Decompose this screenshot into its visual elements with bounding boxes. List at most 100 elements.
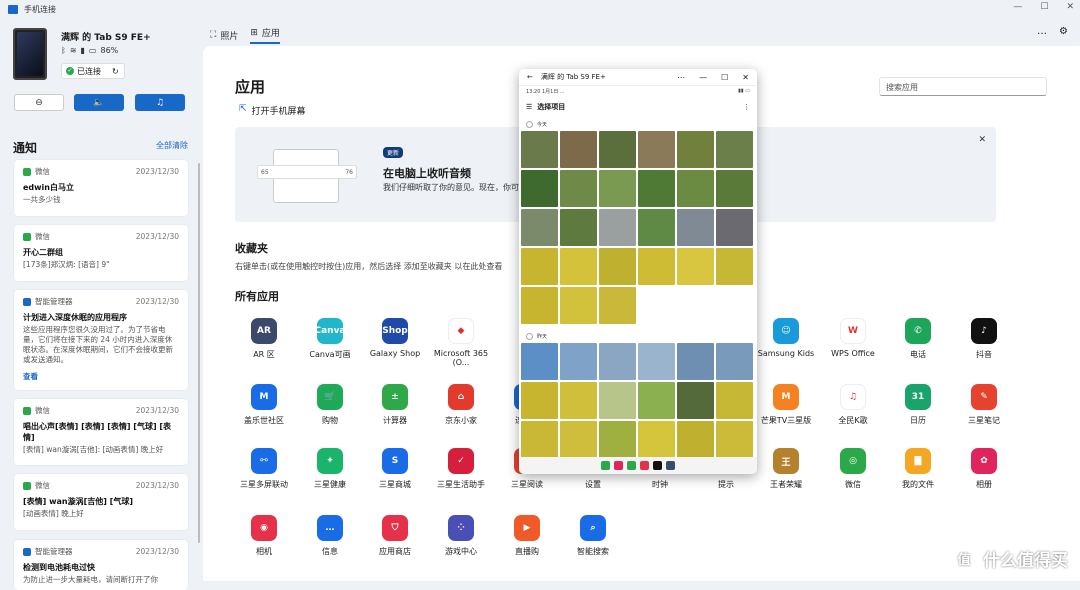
photo-thumbnail[interactable] bbox=[716, 382, 753, 419]
app-dock-icon[interactable] bbox=[640, 461, 649, 470]
photo-thumbnail[interactable] bbox=[560, 343, 597, 380]
audio-button[interactable]: 🔈 bbox=[74, 94, 124, 111]
photo-thumbnail[interactable] bbox=[560, 131, 597, 168]
media-button[interactable]: ♫ bbox=[135, 94, 185, 111]
app-tile[interactable]: ◉ 相机 bbox=[231, 515, 297, 557]
more-icon[interactable]: ⋯ bbox=[677, 73, 685, 82]
photo-thumbnail[interactable] bbox=[677, 343, 714, 380]
photo-thumbnail[interactable] bbox=[521, 170, 558, 207]
photo-thumbnail[interactable] bbox=[638, 421, 675, 458]
app-dock-icon[interactable] bbox=[627, 461, 636, 470]
notification-card[interactable]: 微信 2023/12/30 [表情] wan漩涡[吉他] [气球] [动画表情] … bbox=[14, 474, 188, 530]
app-tile[interactable]: 王王者荣耀 bbox=[753, 448, 819, 490]
app-tile[interactable]: ✓ 三星生活助手 bbox=[428, 448, 494, 490]
photo-thumbnail[interactable] bbox=[677, 421, 714, 458]
photo-thumbnail[interactable] bbox=[716, 170, 753, 207]
back-arrow-icon[interactable]: ← bbox=[527, 73, 533, 81]
app-tile[interactable]: ◎ 微信 bbox=[820, 448, 886, 490]
photo-thumbnail[interactable] bbox=[599, 343, 636, 380]
tab-apps[interactable]: ⊞ 应用 bbox=[250, 26, 280, 44]
app-tile[interactable]: ✦ 三星健康 bbox=[297, 448, 363, 490]
app-tile[interactable]: ⚯ 三星多屏联动 bbox=[231, 448, 297, 490]
photo-thumbnail[interactable] bbox=[599, 131, 636, 168]
close-icon[interactable]: ✕ bbox=[978, 135, 986, 145]
refresh-icon[interactable]: ↻ bbox=[112, 67, 119, 76]
app-tile[interactable]: S 三星商城 bbox=[362, 448, 428, 490]
notification-card[interactable]: 微信 2023/12/30 唱出心声[表情] [表情] [表情] [气球] [表情… bbox=[14, 399, 188, 465]
photo-thumbnail[interactable] bbox=[716, 343, 753, 380]
connection-status-button[interactable]: ✓ 已连接 ↻ bbox=[61, 63, 125, 79]
photo-thumbnail[interactable] bbox=[521, 248, 558, 285]
photo-thumbnail[interactable] bbox=[521, 209, 558, 246]
app-tile[interactable]: M 盖乐世社区 bbox=[231, 384, 297, 426]
select-circle[interactable] bbox=[526, 333, 533, 340]
minimize-button[interactable]: — bbox=[1013, 2, 1022, 12]
photo-thumbnail[interactable] bbox=[677, 248, 714, 285]
photo-thumbnail[interactable] bbox=[638, 382, 675, 419]
photo-thumbnail[interactable] bbox=[638, 170, 675, 207]
app-tile[interactable]: ⌕ 智能搜索 bbox=[560, 515, 626, 557]
sidebar-scrollbar[interactable] bbox=[198, 163, 200, 543]
photo-thumbnail[interactable] bbox=[521, 343, 558, 380]
photo-thumbnail[interactable] bbox=[560, 248, 597, 285]
minimize-icon[interactable]: — bbox=[699, 73, 707, 82]
app-tile[interactable]: ▇ 我的文件 bbox=[885, 448, 951, 490]
notification-bell-icon[interactable]: … bbox=[1037, 26, 1047, 37]
app-dock-icon[interactable] bbox=[653, 461, 662, 470]
tab-photos[interactable]: ⛶ 照片 bbox=[210, 26, 238, 44]
more-options-icon[interactable]: ⋮ bbox=[743, 103, 750, 111]
maximize-button[interactable]: ☐ bbox=[1040, 2, 1048, 12]
app-tile[interactable]: ▶ 直播购 bbox=[494, 515, 560, 557]
photo-thumbnail[interactable] bbox=[560, 209, 597, 246]
photo-thumbnail[interactable] bbox=[599, 248, 636, 285]
app-tile[interactable]: ⌂ 京东小家 bbox=[428, 384, 494, 426]
photo-thumbnail[interactable] bbox=[560, 382, 597, 419]
notification-card[interactable]: 微信 2023/12/30 开心二群组 [173条]郑汉炳: [语音] 9" bbox=[14, 225, 188, 281]
photo-thumbnail[interactable] bbox=[599, 209, 636, 246]
clear-all-link[interactable]: 全部清除 bbox=[156, 140, 188, 151]
app-dock-icon[interactable] bbox=[666, 461, 675, 470]
photo-thumbnail[interactable] bbox=[599, 170, 636, 207]
app-tile[interactable]: Shop Galaxy Shop bbox=[362, 318, 428, 358]
menu-icon[interactable]: ☰ bbox=[526, 103, 532, 111]
notification-card[interactable]: 智能管理器 2023/12/30 计划进入深度休眠的应用程序 这些应用程序您很久没… bbox=[14, 290, 188, 390]
phone-screen-window[interactable]: ← 满辉 的 Tab S9 FE+ ⋯ — ☐ ✕ 13:20 1月1日 ...… bbox=[519, 69, 757, 474]
close-button[interactable]: ✕ bbox=[1066, 2, 1074, 12]
photo-thumbnail[interactable] bbox=[560, 170, 597, 207]
app-tile[interactable]: ♫ 全民K歌 bbox=[820, 384, 886, 426]
photo-thumbnail[interactable] bbox=[677, 170, 714, 207]
do-not-disturb-button[interactable]: ⊖ bbox=[14, 94, 64, 111]
notification-card[interactable]: 微信 2023/12/30 edwin白马立 一共多少钱 bbox=[14, 160, 188, 216]
select-circle[interactable] bbox=[526, 121, 533, 128]
app-tile[interactable]: ✎ 三星笔记 bbox=[951, 384, 1017, 426]
app-dock-icon[interactable] bbox=[614, 461, 623, 470]
app-tile[interactable]: ✆ 电话 bbox=[885, 318, 951, 360]
app-tile[interactable]: 🛒 购物 bbox=[297, 384, 363, 426]
photo-thumbnail[interactable] bbox=[638, 343, 675, 380]
photo-thumbnail[interactable] bbox=[560, 287, 597, 324]
photo-thumbnail[interactable] bbox=[521, 421, 558, 458]
app-tile[interactable]: W WPS Office bbox=[820, 318, 886, 358]
search-apps-input[interactable]: 搜索应用 bbox=[879, 77, 1047, 96]
app-dock-icon[interactable] bbox=[601, 461, 610, 470]
photo-thumbnail[interactable] bbox=[716, 131, 753, 168]
photo-thumbnail[interactable] bbox=[677, 382, 714, 419]
app-tile[interactable]: ♪ 抖音 bbox=[951, 318, 1017, 360]
app-tile[interactable]: ⛉ 应用商店 bbox=[362, 515, 428, 557]
app-tile[interactable]: ☺ Samsung Kids bbox=[753, 318, 819, 358]
photo-thumbnail[interactable] bbox=[638, 131, 675, 168]
photo-thumbnail[interactable] bbox=[716, 248, 753, 285]
photo-thumbnail[interactable] bbox=[521, 131, 558, 168]
app-tile[interactable]: ⁘ 游戏中心 bbox=[428, 515, 494, 557]
open-phone-screen-link[interactable]: ⇱ 打开手机屏幕 bbox=[239, 104, 306, 117]
app-tile[interactable]: ✿ 相册 bbox=[951, 448, 1017, 490]
photo-thumbnail[interactable] bbox=[716, 209, 753, 246]
close-icon[interactable]: ✕ bbox=[742, 73, 749, 82]
photo-thumbnail[interactable] bbox=[599, 421, 636, 458]
app-tile[interactable]: M 芒果TV三星版 bbox=[753, 384, 819, 426]
photo-thumbnail[interactable] bbox=[521, 382, 558, 419]
view-link[interactable]: 查看 bbox=[23, 371, 179, 382]
photo-thumbnail[interactable] bbox=[716, 421, 753, 458]
photo-thumbnail[interactable] bbox=[677, 209, 714, 246]
photo-thumbnail[interactable] bbox=[638, 209, 675, 246]
